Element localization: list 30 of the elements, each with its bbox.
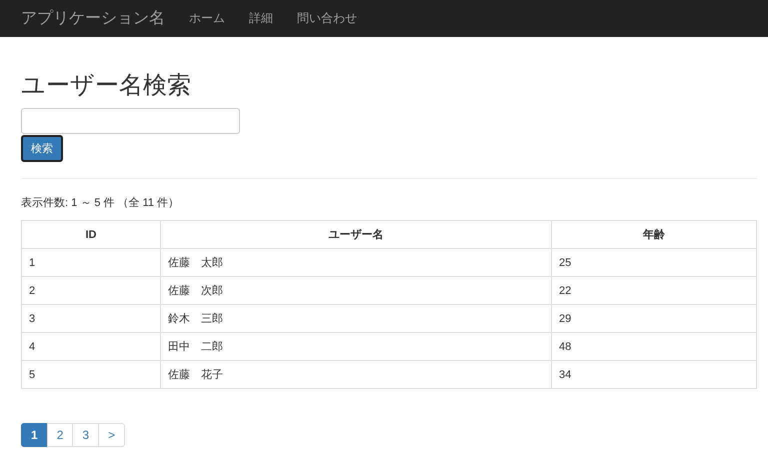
page-link[interactable]: 3	[72, 423, 100, 447]
table-cell: 3	[22, 304, 160, 332]
table-cell: 25	[552, 248, 756, 276]
table-cell: 29	[552, 304, 756, 332]
table-cell: 鈴木 三郎	[160, 304, 552, 332]
table-cell: 1	[22, 248, 160, 276]
nav-link[interactable]: 詳細	[249, 10, 273, 27]
table-cell: 佐藤 次郎	[160, 276, 552, 304]
search-button[interactable]: 検索	[21, 135, 63, 162]
table-cell: 5	[22, 360, 160, 388]
page-link[interactable]: >	[98, 423, 126, 447]
page-link[interactable]: 1	[21, 423, 48, 447]
nav-link[interactable]: 問い合わせ	[297, 10, 357, 27]
table-cell: 2	[22, 276, 160, 304]
table-cell: 48	[552, 332, 756, 360]
table-cell: 22	[552, 276, 756, 304]
page-link[interactable]: 2	[46, 423, 74, 447]
app-brand[interactable]: アプリケーション名	[21, 8, 165, 29]
search-field[interactable]	[21, 108, 240, 134]
page-heading: ユーザー名検索	[21, 71, 192, 101]
table-cell: 34	[552, 360, 756, 388]
column-header: ユーザー名	[160, 220, 552, 248]
nav-link[interactable]: ホーム	[189, 10, 225, 27]
column-header: 年齢	[552, 220, 756, 248]
table-cell: 田中 二郎	[160, 332, 552, 360]
table-cell: 佐藤 太郎	[160, 248, 552, 276]
table-cell: 佐藤 花子	[160, 360, 552, 388]
table-cell: 4	[22, 332, 160, 360]
column-header: ID	[22, 220, 160, 248]
result-count: 表示件数: 1 ～ 5 件 （全 11 件）	[21, 196, 180, 210]
